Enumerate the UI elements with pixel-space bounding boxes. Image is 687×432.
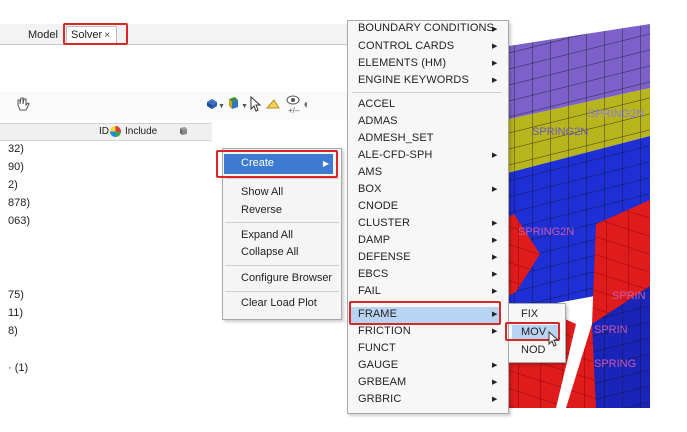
menu-item-grbeam[interactable]: GRBEAM [358,376,406,388]
tab-model[interactable]: Model [24,27,62,43]
chevron-right-icon: ▶ [492,254,498,261]
viewport-label: SPRING2N [588,108,645,120]
viewport-label: SPRING2N [518,226,575,238]
menu-divider [225,291,339,292]
list-item[interactable]: 90) [8,161,24,173]
menu-item-funct[interactable]: FUNCT [358,342,396,354]
list-item[interactable]: 11) [8,307,23,319]
chevron-right-icon: ▶ [492,271,498,278]
chevron-right-icon: ▶ [492,288,498,295]
list-item[interactable]: · (1) [8,362,28,374]
chevron-right-icon: ▶ [492,186,498,193]
menu-item-friction[interactable]: FRICTION [358,325,411,337]
menu-item-engine-keywords[interactable]: ENGINE KEYWORDS [358,74,469,86]
chevron-right-icon: ▶ [492,26,498,33]
menu-item-show-all[interactable]: Show All [241,186,283,198]
chevron-down-icon[interactable]: ▼ [218,99,225,115]
menu-item-ebcs[interactable]: EBCS [358,268,388,280]
menu-item-ale-cfd-sph[interactable]: ALE-CFD-SPH [358,149,432,161]
pointer-icon[interactable] [250,96,262,112]
menu-item-cluster[interactable]: CLUSTER [358,217,410,229]
menu-item-reverse[interactable]: Reverse [241,204,282,216]
cube-icon[interactable] [178,126,188,136]
browser-column-header: ID Include [0,123,212,141]
menu-item-defense[interactable]: DEFENSE [358,251,411,263]
menu-item-admas[interactable]: ADMAS [358,115,398,127]
menu-item-accel[interactable]: ACCEL [358,98,395,110]
menu-item-gauge[interactable]: GAUGE [358,359,398,371]
list-item[interactable]: 8) [8,325,18,337]
viewport-label: SPRING [594,358,637,370]
keyword-submenu: BOUNDARY CONDITIONS ▶ CONTROL CARDS ▶ EL… [347,20,509,414]
menu-item-clear-load-plot[interactable]: Clear Load Plot [241,297,317,309]
menu-item-damp[interactable]: DAMP [358,234,390,246]
menu-item-elements-hm[interactable]: ELEMENTS (HM) [358,57,446,69]
menu-item-box[interactable]: BOX [358,183,382,195]
chevron-right-icon: ▶ [492,60,498,67]
menu-item-collapse-all[interactable]: Collapse All [241,246,298,258]
list-item[interactable]: 75) [8,289,24,301]
menu-item-configure-browser[interactable]: Configure Browser [241,272,332,284]
pan-icon[interactable] [16,96,30,112]
menu-item-fail[interactable]: FAIL [358,285,381,297]
display-mode-icon[interactable] [206,98,218,110]
viewport-label: SPRIN [612,290,646,302]
find-icon[interactable] [266,97,280,109]
chevron-right-icon: ▶ [492,77,498,84]
color-cube-icon[interactable] [226,96,240,110]
mouse-cursor-icon [548,331,560,347]
column-include[interactable]: Include [125,126,157,137]
browser-toolbar: ▼ ▼ +/– ◖ [0,92,350,120]
browser-tab-bar: Model Solver × [0,24,350,45]
menu-item-boundary-conditions[interactable]: BOUNDARY CONDITIONS [358,22,494,34]
chevron-right-icon: ▶ [492,396,498,403]
menu-item-nod[interactable]: NOD [521,344,545,356]
chevron-right-icon: ▶ [492,237,498,244]
more-tools-icon[interactable]: ◖ [302,96,309,112]
menu-item-ams[interactable]: AMS [358,166,382,178]
list-item[interactable]: 32) [8,143,24,155]
annotation-highlight-frame [349,301,501,325]
annotation-highlight-solver-tab [63,23,128,45]
column-id[interactable]: ID [99,126,109,137]
svg-text:+/–: +/– [288,106,300,115]
viewport-label: SPRIN [594,324,628,336]
list-item[interactable]: 063) [8,215,30,227]
menu-divider [225,265,339,266]
list-item[interactable]: 2) [8,179,18,191]
menu-item-fix[interactable]: FIX [521,308,538,320]
menu-item-cnode[interactable]: CNODE [358,200,398,212]
menu-item-admesh-set[interactable]: ADMESH_SET [358,132,434,144]
annotation-highlight-create [216,150,338,178]
visibility-toggle-icon[interactable]: +/– [285,94,301,116]
menu-divider [225,222,339,223]
menu-item-expand-all[interactable]: Expand All [241,229,293,241]
menu-divider [352,92,502,93]
menu-item-grbric[interactable]: GRBRIC [358,393,401,405]
chevron-down-icon[interactable]: ▼ [241,99,248,115]
menu-item-control-cards[interactable]: CONTROL CARDS [358,40,454,52]
chevron-right-icon: ▶ [492,379,498,386]
viewport-label: SPRING2N [532,126,589,138]
chevron-right-icon: ▶ [492,43,498,50]
chevron-right-icon: ▶ [492,152,498,159]
multicolor-icon[interactable] [110,126,121,137]
chevron-right-icon: ▶ [492,362,498,369]
menu-divider [225,178,339,179]
chevron-right-icon: ▶ [492,220,498,227]
list-item[interactable]: 878) [8,197,30,209]
chevron-right-icon: ▶ [492,328,498,335]
